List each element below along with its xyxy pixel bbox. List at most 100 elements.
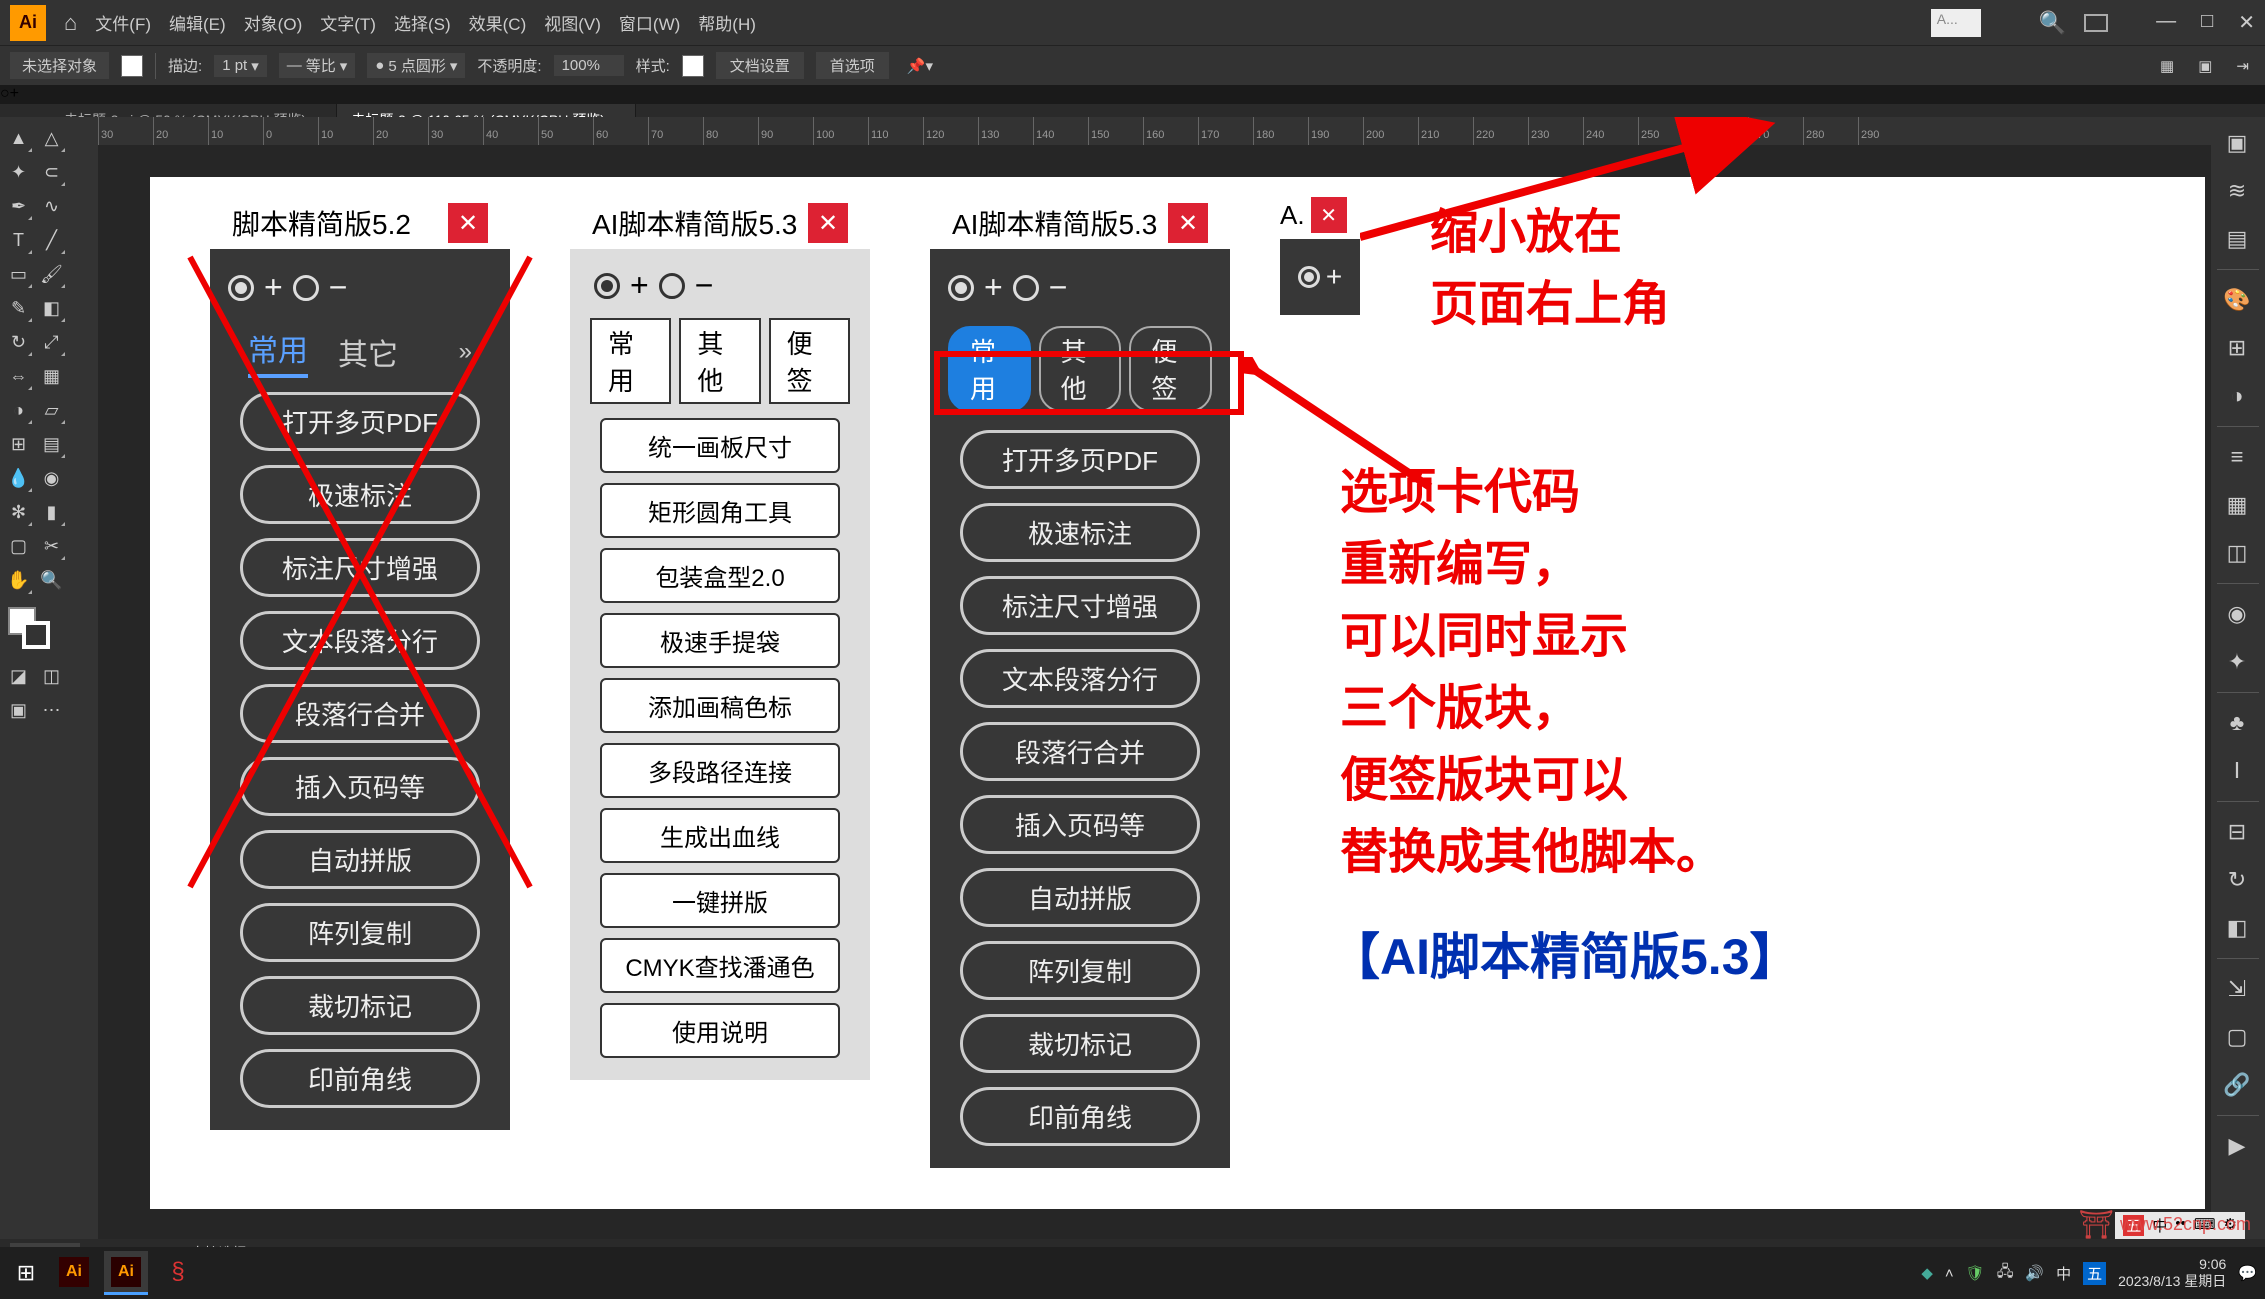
eraser-tool-icon[interactable]: ◧ xyxy=(37,293,66,323)
symbols-panel-icon[interactable]: ♣ xyxy=(2217,703,2257,743)
shape-builder-tool-icon[interactable]: ◑ xyxy=(4,395,33,425)
stroke-uniform[interactable]: — 等比 ▾ xyxy=(279,53,356,78)
magic-wand-tool-icon[interactable]: ✦ xyxy=(4,157,33,187)
script-button[interactable]: 裁切标记 xyxy=(240,976,480,1035)
free-transform-tool-icon[interactable]: ▦ xyxy=(37,361,66,391)
window-close-icon[interactable]: ✕ xyxy=(2238,10,2255,35)
top-mini-search[interactable]: A... xyxy=(1931,9,1981,37)
brush-profile[interactable]: ● 5 点圆形 ▾ xyxy=(367,53,465,78)
blend-tool-icon[interactable]: ◉ xyxy=(37,463,66,493)
script-button[interactable]: 阵列复制 xyxy=(960,941,1200,1000)
tray-ime-lang[interactable]: 中 xyxy=(2056,1263,2071,1284)
draw-mode-icon[interactable]: ◫ xyxy=(37,661,66,691)
menu-select[interactable]: 选择(S) xyxy=(394,10,451,35)
mesh-tool-icon[interactable]: ⊞ xyxy=(4,429,33,459)
script-button[interactable]: 印前角线 xyxy=(240,1049,480,1108)
script-button[interactable]: 多段路径连接 xyxy=(600,743,840,798)
play-panel-icon[interactable]: ▶ xyxy=(2217,1126,2257,1166)
width-tool-icon[interactable]: ⇔ xyxy=(4,361,33,391)
libraries-panel-icon[interactable]: ▤ xyxy=(2217,219,2257,259)
gradient-panel-icon[interactable]: ▦ xyxy=(2217,485,2257,525)
fill-stroke-swatches[interactable] xyxy=(4,607,66,649)
ruler-origin[interactable] xyxy=(70,117,98,145)
align-panel-icon[interactable]: ⊟ xyxy=(2217,812,2257,852)
radio-on-icon[interactable] xyxy=(228,275,254,301)
tray-shield-icon[interactable]: 🛡 xyxy=(1966,1264,1985,1282)
direct-selection-tool-icon[interactable]: △ xyxy=(37,123,66,153)
menu-help[interactable]: 帮助(H) xyxy=(698,10,756,35)
ruler-vertical[interactable] xyxy=(70,145,98,1239)
script-button[interactable]: 添加画稿色标 xyxy=(600,678,840,733)
script-button[interactable]: 插入页码等 xyxy=(960,795,1200,854)
menu-effect[interactable]: 效果(C) xyxy=(469,10,527,35)
window-restore-icon[interactable]: □ xyxy=(2201,10,2213,35)
script-button[interactable]: 包装盒型2.0 xyxy=(600,548,840,603)
properties-panel-icon[interactable]: ▣ xyxy=(2217,123,2257,163)
gradient-tool-icon[interactable]: ▤ xyxy=(37,429,66,459)
close-button[interactable]: ✕ xyxy=(808,203,848,243)
transform-panel-icon[interactable]: ↻ xyxy=(2217,860,2257,900)
asset-export-panel-icon[interactable]: ⇲ xyxy=(2217,969,2257,1009)
screen-mode-icon[interactable]: ▣ xyxy=(4,695,33,725)
preferences-button[interactable]: 首选项 xyxy=(816,52,889,79)
search-icon[interactable]: 🔍 xyxy=(2039,10,2066,36)
pin-icon[interactable]: 📌▾ xyxy=(901,55,939,77)
graphic-styles-panel-icon[interactable]: ✦ xyxy=(2217,642,2257,682)
ruler-horizontal[interactable]: 3020100102030405060708090100110120130140… xyxy=(98,117,2265,145)
curvature-tool-icon[interactable]: ∿ xyxy=(37,191,66,221)
links-panel-icon[interactable]: 🔗 xyxy=(2217,1065,2257,1105)
menu-object[interactable]: 对象(O) xyxy=(244,10,303,35)
taskbar-app-ai-2[interactable]: Ai xyxy=(104,1251,148,1295)
layers-panel-icon[interactable]: ≋ xyxy=(2217,171,2257,211)
radio-on-icon[interactable] xyxy=(1298,266,1320,288)
script-button[interactable]: 裁切标记 xyxy=(960,1014,1200,1073)
stroke-color-swatch[interactable] xyxy=(22,621,50,649)
home-icon[interactable]: ⌂ xyxy=(64,10,77,36)
panel-collapse-icon[interactable]: ⇥ xyxy=(2230,55,2255,77)
radio-off-icon[interactable] xyxy=(1013,275,1039,301)
line-tool-icon[interactable]: ╱ xyxy=(37,225,66,255)
opacity-input[interactable]: 100% xyxy=(554,55,624,76)
arrange-icon[interactable]: ▦ xyxy=(2154,55,2180,77)
slice-tool-icon[interactable]: ✂ xyxy=(37,531,66,561)
script-button[interactable]: 段落行合并 xyxy=(960,722,1200,781)
type-tool-icon[interactable]: T xyxy=(4,225,33,255)
rectangle-tool-icon[interactable]: ▭ xyxy=(4,259,33,289)
radio-on-icon[interactable] xyxy=(594,273,620,299)
script-button[interactable]: 文本段落分行 xyxy=(960,649,1200,708)
script-button[interactable]: 标注尺寸增强 xyxy=(240,538,480,597)
swatches-panel-icon[interactable]: ⊞ xyxy=(2217,328,2257,368)
taskbar-app-other[interactable]: § xyxy=(156,1251,200,1295)
script-button[interactable]: 文本段落分行 xyxy=(240,611,480,670)
tray-icon[interactable]: ◆ xyxy=(1921,1264,1933,1282)
shaper-tool-icon[interactable]: ✎ xyxy=(4,293,33,323)
graph-tool-icon[interactable]: ▮ xyxy=(37,497,66,527)
radio-on-icon[interactable] xyxy=(948,275,974,301)
zoom-tool-icon[interactable]: 🔍 xyxy=(37,565,66,595)
menu-file[interactable]: 文件(F) xyxy=(95,10,151,35)
fill-swatch[interactable] xyxy=(121,55,143,77)
workspace-switcher-icon[interactable] xyxy=(2084,14,2108,32)
tab-common[interactable]: 常用 xyxy=(590,318,671,404)
script-button[interactable]: 打开多页PDF xyxy=(240,392,480,451)
tray-ime-mode[interactable]: 五 xyxy=(2083,1262,2106,1285)
window-minimize-icon[interactable]: — xyxy=(2156,10,2176,35)
selection-tool-icon[interactable]: ▲ xyxy=(4,123,33,153)
tray-chevron-icon[interactable]: ˄ xyxy=(1945,1265,1954,1282)
script-button[interactable]: CMYK查找潘通色 xyxy=(600,938,840,993)
rotate-tool-icon[interactable]: ↻ xyxy=(4,327,33,357)
style-swatch[interactable] xyxy=(682,55,704,77)
chevron-right-icon[interactable]: » xyxy=(459,338,472,366)
tab-other[interactable]: 其他 xyxy=(679,318,760,404)
taskbar-clock[interactable]: 9:06 2023/8/13 星期日 xyxy=(2118,1256,2226,1290)
menu-edit[interactable]: 编辑(E) xyxy=(169,10,226,35)
script-button[interactable]: 阵列复制 xyxy=(240,903,480,962)
script-button[interactable]: 标注尺寸增强 xyxy=(960,576,1200,635)
color-guide-panel-icon[interactable]: ◑ xyxy=(2217,376,2257,416)
paintbrush-tool-icon[interactable]: 🖌 xyxy=(37,259,66,289)
radio-off-icon[interactable] xyxy=(293,275,319,301)
script-button[interactable]: 自动拼版 xyxy=(960,868,1200,927)
radio-off-icon[interactable] xyxy=(659,273,685,299)
close-button[interactable]: ✕ xyxy=(448,203,488,243)
menu-type[interactable]: 文字(T) xyxy=(320,10,376,35)
